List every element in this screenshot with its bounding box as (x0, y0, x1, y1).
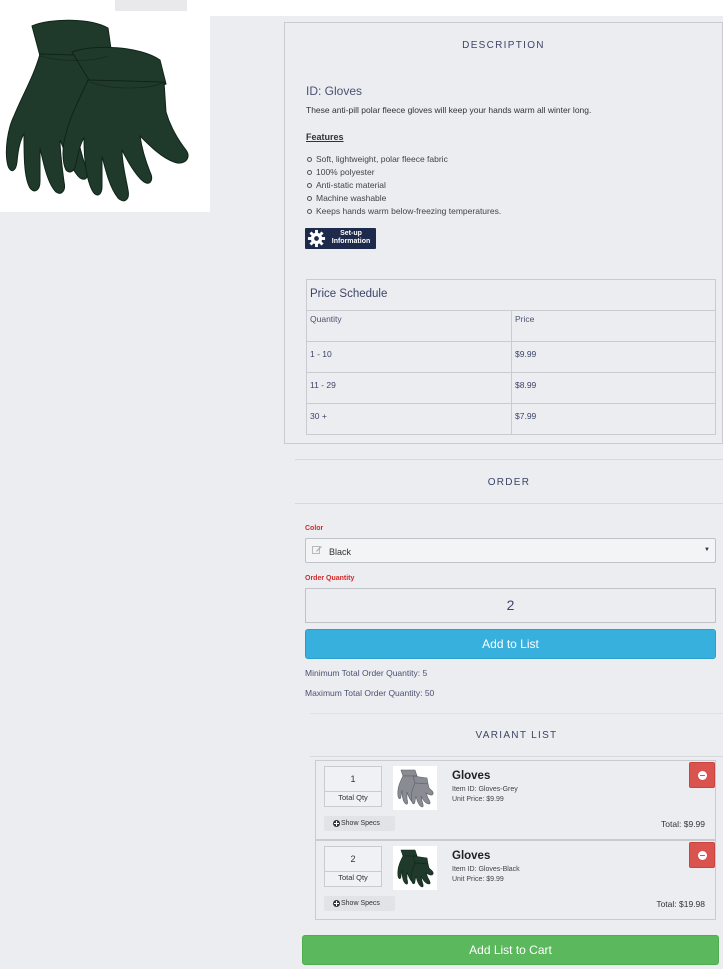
setup-information-badge[interactable]: Set-up Information (305, 228, 376, 249)
remove-variant-button[interactable] (689, 842, 715, 868)
setup-badge-line1: Set-up (340, 230, 362, 237)
price-row: 30 + $7.99 (306, 403, 716, 435)
setup-badge-line2: Information (331, 238, 371, 245)
variant-item-id: Item ID: Gloves-Grey (452, 786, 518, 793)
price-row-price: $9.99 (511, 341, 716, 373)
order-title: ORDER (487, 477, 531, 488)
price-row-qty: 1 - 10 (306, 341, 512, 373)
variant-name: Gloves (452, 770, 491, 782)
order-quantity-label: Order Quantity (305, 575, 355, 582)
maximum-order-quantity: Maximum Total Order Quantity: 50 (305, 688, 435, 698)
variant-quantity-label: Total Qty (338, 873, 368, 882)
gear-icon (307, 229, 326, 248)
remove-variant-button[interactable] (689, 762, 715, 788)
price-schedule-table: Price Schedule Quantity Price 1 - 10 $9.… (306, 279, 716, 435)
variant-total: Total: $9.99 (661, 819, 705, 829)
price-row-qty: 11 - 29 (306, 372, 512, 404)
variant-list-header: VARIANT LIST (310, 713, 723, 757)
variant-item: 2 Total Qty Gloves Item ID: Gloves-Black… (315, 840, 716, 920)
variant-quantity-box[interactable]: 1 Total Qty (324, 766, 382, 807)
feature-item: Machine washable (306, 192, 501, 205)
chevron-down-icon: ▼ (704, 547, 710, 553)
gloves-image (5, 19, 189, 202)
description-title: DESCRIPTION (462, 40, 545, 51)
show-specs-label: Show Specs (341, 900, 380, 907)
price-row-price: $8.99 (511, 372, 716, 404)
order-quantity-input[interactable]: 2 (305, 588, 716, 623)
variant-thumbnail (393, 846, 437, 890)
feature-item: Keeps hands warm below-freezing temperat… (306, 206, 502, 216)
price-row-price: $7.99 (511, 403, 716, 435)
feature-item: 100% polyester (306, 166, 501, 179)
show-specs-button[interactable]: Show Specs (324, 816, 395, 831)
features-heading: Features (306, 132, 344, 142)
color-select[interactable]: Black ▼ (305, 538, 716, 563)
variant-quantity[interactable]: 1 (325, 767, 381, 792)
product-description: These anti-pill polar fleece gloves will… (306, 105, 592, 115)
black-gloves-image (397, 849, 434, 888)
product-image (0, 16, 210, 212)
top-strip (0, 0, 723, 16)
variant-thumbnail (393, 766, 437, 810)
order-section-header: ORDER (295, 459, 723, 504)
price-row-qty: 30 + (306, 403, 512, 435)
quantity-column-header: Quantity (306, 310, 512, 342)
variant-list-title: VARIANT LIST (475, 730, 558, 741)
variant-item-id: Item ID: Gloves-Black (452, 866, 520, 873)
add-to-list-button[interactable]: Add to List (305, 629, 716, 659)
price-column-header: Price (511, 310, 716, 342)
variant-quantity[interactable]: 2 (325, 847, 381, 872)
variant-total: Total: $19.98 (656, 899, 705, 909)
price-schedule-title: Price Schedule (306, 279, 716, 311)
color-label: Color (305, 525, 324, 532)
setup-badge-label: Set-up Information (327, 230, 375, 246)
minimum-order-quantity: Minimum Total Order Quantity: 5 (305, 668, 428, 678)
product-id: ID: Gloves (306, 84, 363, 98)
variant-item: 1 Total Qty Gloves Item ID: Gloves-Grey … (315, 760, 716, 840)
show-specs-label: Show Specs (341, 820, 380, 827)
color-selected-value: Black (329, 547, 352, 557)
add-list-to-cart-button[interactable]: Add List to Cart (302, 935, 719, 965)
price-row: 11 - 29 $8.99 (306, 372, 716, 404)
variant-name: Gloves (452, 850, 491, 862)
variant-unit-price: Unit Price: $9.99 (452, 796, 504, 803)
top-tab[interactable] (115, 0, 187, 11)
description-panel: DESCRIPTION ID: Gloves These anti-pill p… (284, 22, 723, 444)
features-list: Soft, lightweight, polar fleece fabric 1… (306, 153, 501, 218)
feature-item: Soft, lightweight, polar fleece fabric (306, 153, 501, 166)
plus-circle-icon (333, 820, 340, 827)
price-row: 1 - 10 $9.99 (306, 341, 716, 373)
edit-icon (312, 546, 322, 554)
variant-unit-price: Unit Price: $9.99 (452, 876, 504, 883)
grey-gloves-image (397, 769, 434, 808)
show-specs-button[interactable]: Show Specs (324, 896, 395, 911)
variant-quantity-label: Total Qty (338, 793, 368, 802)
plus-circle-icon (333, 900, 340, 907)
feature-item: Anti-static material (306, 179, 501, 192)
variant-quantity-box[interactable]: 2 Total Qty (324, 846, 382, 887)
